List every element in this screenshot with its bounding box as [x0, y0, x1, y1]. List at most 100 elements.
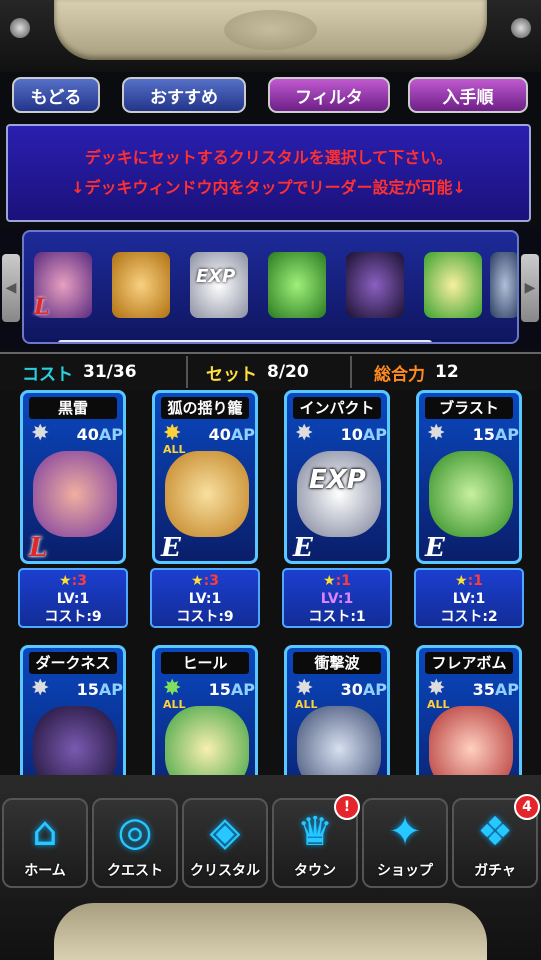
- card-face[interactable]: ブラスト ✸ 15AP E: [416, 390, 522, 564]
- card-name: ブラスト: [425, 397, 513, 419]
- card-face[interactable]: 狐の揺り籠 ✸ ALL 40AP E: [152, 390, 258, 564]
- card-cost: コスト:2: [440, 609, 498, 625]
- card-ap: 40AP: [55, 425, 123, 444]
- nav-town-button[interactable]: ♛ タウン !: [272, 794, 360, 888]
- crystal-card-grid[interactable]: 黒雷 ✸ 40AP L ★:3 LV:1 コスト:9 狐の揺り籠 ✸ ALL 4…: [0, 390, 541, 775]
- card-face[interactable]: 衝撃波 ✸ ALL 30AP: [284, 645, 390, 775]
- card-name: 黒雷: [29, 397, 117, 419]
- star-icon: ★: [323, 573, 336, 589]
- dark-knight-leader-icon[interactable]: L: [34, 252, 92, 320]
- green-fairy-icon[interactable]: [268, 252, 326, 318]
- ap-unit: AP: [362, 425, 387, 444]
- card-face[interactable]: ダークネス ✸ 15AP: [20, 645, 126, 775]
- compass-icon: ◎: [117, 809, 153, 855]
- card-info: ★:3 LV:1 コスト:9: [18, 568, 128, 628]
- burst-icon: ✸: [31, 421, 50, 446]
- leader-mark: L: [34, 294, 50, 320]
- cost-value: 31/36: [83, 362, 137, 382]
- notification-badge: 4: [514, 794, 540, 820]
- card-ap: 15AP: [187, 680, 255, 699]
- nav-gacha-label: ガチャ: [474, 863, 516, 879]
- sort-order-button[interactable]: 入手順: [408, 77, 528, 113]
- ap-value: 40: [208, 425, 231, 444]
- burst-icon: ✸: [163, 421, 182, 446]
- nav-gacha-button[interactable]: ❖ ガチャ 4: [452, 794, 540, 888]
- bolt-decoration: [10, 18, 30, 38]
- card-info: ★:3 LV:1 コスト:9: [150, 568, 260, 628]
- deck-slots[interactable]: L EXP: [22, 230, 519, 344]
- star-count: 3: [77, 573, 87, 589]
- rank-mark: E: [293, 533, 313, 563]
- exp-label: EXP: [196, 266, 236, 287]
- deck-scroll-right-icon[interactable]: ▶: [521, 254, 539, 322]
- nav-town-label: タウン: [294, 863, 336, 879]
- card-level: LV:1: [452, 591, 486, 607]
- ap-value: 15: [76, 680, 99, 699]
- card-face[interactable]: ヒール ✸ ALL 15AP: [152, 645, 258, 775]
- ap-value: 15: [208, 680, 231, 699]
- card-ap: 15AP: [55, 680, 123, 699]
- rank-mark: E: [161, 533, 181, 563]
- set-value: 8/20: [267, 362, 309, 382]
- crystal-icon: ◈: [209, 809, 241, 855]
- card-cost: コスト:9: [176, 609, 234, 625]
- character-art: [429, 451, 513, 537]
- dark-crystal-icon[interactable]: [346, 252, 404, 318]
- character-art: [165, 451, 249, 537]
- card-ap: 30AP: [319, 680, 387, 699]
- power-label: 総合力: [374, 364, 425, 385]
- rank-mark: E: [425, 533, 445, 563]
- ap-unit: AP: [98, 425, 123, 444]
- deck-scroll-left-icon[interactable]: ◀: [2, 254, 20, 322]
- nav-quest-label: クエスト: [107, 863, 163, 879]
- deck-stats-bar: コスト 31/36 セット 8/20 総合力 12: [0, 352, 541, 392]
- character-art: [165, 706, 249, 775]
- dragon-icon[interactable]: [490, 252, 517, 318]
- star-count: 1: [473, 573, 483, 589]
- card-cost: コスト:1: [308, 609, 366, 625]
- card-ap: 10AP: [319, 425, 387, 444]
- fox-girl-icon[interactable]: [112, 252, 170, 318]
- home-icon: ⌂: [32, 809, 58, 855]
- rank-mark: L: [29, 533, 48, 563]
- back-button[interactable]: もどる: [12, 77, 100, 113]
- nav-crystal-button[interactable]: ◈ クリスタル: [182, 798, 268, 888]
- power-value: 12: [435, 362, 459, 382]
- ap-unit: AP: [98, 680, 123, 699]
- star-icon: ★: [191, 573, 204, 589]
- exp-crystal-art: EXP: [297, 451, 381, 537]
- star-rating: ★:3: [59, 573, 87, 589]
- power-stat: 総合力 12: [374, 354, 459, 390]
- exp-crystal-icon[interactable]: EXP: [190, 252, 248, 318]
- card-face[interactable]: 黒雷 ✸ 40AP L: [20, 390, 126, 564]
- bolt-decoration: [511, 18, 531, 38]
- instruction-line-2: ↓デッキウィンドウ内をタップでリーダー設定が可能↓: [71, 178, 466, 197]
- filter-button[interactable]: フィルタ: [268, 77, 390, 113]
- burst-icon: ✸: [31, 676, 50, 701]
- star-icon: ★: [455, 573, 468, 589]
- top-frame: [0, 0, 541, 72]
- card-cost: コスト:9: [44, 609, 102, 625]
- ap-value: 30: [340, 680, 363, 699]
- star-icon: ★: [59, 573, 72, 589]
- ap-unit: AP: [362, 680, 387, 699]
- recommend-button[interactable]: おすすめ: [122, 77, 246, 113]
- nav-shop-button[interactable]: ✦ ショップ: [362, 798, 448, 888]
- deck-scrollbar[interactable]: [58, 340, 432, 342]
- burst-icon: ✸: [295, 676, 314, 701]
- star-rating: ★:1: [323, 573, 351, 589]
- card-info: ★:1 LV:1 コスト:2: [414, 568, 524, 628]
- ap-unit: AP: [494, 425, 519, 444]
- nav-home-button[interactable]: ⌂ ホーム: [2, 798, 88, 888]
- card-face[interactable]: フレアボム ✸ ALL 35AP: [416, 645, 522, 775]
- card-face[interactable]: インパクト ✸ 10AP EXP E: [284, 390, 390, 564]
- yellow-fairy-icon[interactable]: [424, 252, 482, 318]
- notification-badge: !: [334, 794, 360, 820]
- cost-stat: コスト 31/36: [22, 354, 137, 390]
- card-name: インパクト: [293, 397, 381, 419]
- card-level: LV:1: [188, 591, 222, 607]
- cost-label: コスト: [22, 364, 73, 385]
- nav-quest-button[interactable]: ◎ クエスト: [92, 798, 178, 888]
- deck-window[interactable]: ◀ L EXP ▶: [0, 226, 541, 350]
- star-count: 3: [209, 573, 219, 589]
